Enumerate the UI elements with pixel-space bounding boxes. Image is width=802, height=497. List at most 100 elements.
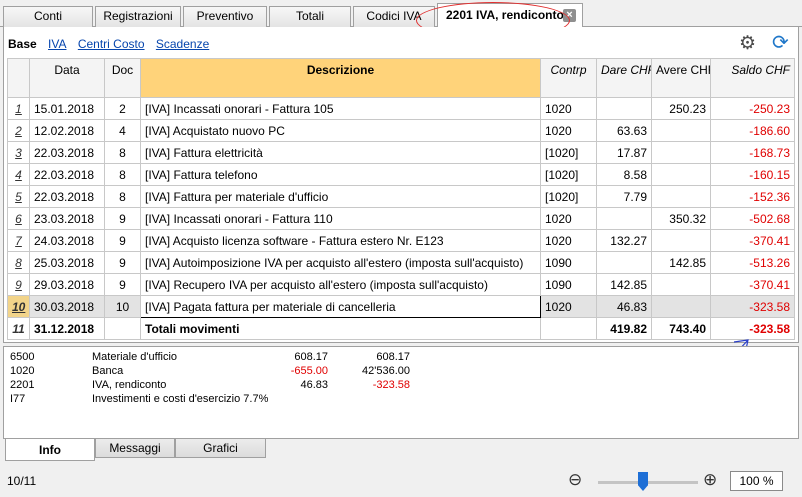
cell-doc[interactable]: 10 <box>104 295 141 318</box>
tab-registrazioni[interactable]: Registrazioni <box>95 6 181 27</box>
cell-contrp[interactable] <box>540 317 597 340</box>
cell-saldo[interactable]: -152.36 <box>710 185 795 208</box>
cell-contrp[interactable]: 1020 <box>540 207 597 230</box>
cell-doc[interactable]: 9 <box>104 229 141 252</box>
cell-contrp[interactable]: [1020] <box>540 185 597 208</box>
header-data[interactable]: Data <box>29 58 105 98</box>
cell-doc[interactable]: 9 <box>104 207 141 230</box>
cell-description[interactable]: [IVA] Incassati onorari - Fattura 110 <box>140 207 541 230</box>
row-number[interactable]: 1 <box>7 97 30 120</box>
cell-saldo[interactable]: -250.23 <box>710 97 795 120</box>
cell-date[interactable]: 29.03.2018 <box>29 273 105 296</box>
cell-saldo[interactable]: -160.15 <box>710 163 795 186</box>
cell-contrp[interactable]: 1020 <box>540 119 597 142</box>
table-row[interactable]: 4 22.03.2018 8 [IVA] Fattura telefono [1020]… <box>7 163 795 186</box>
cell-avere[interactable] <box>651 119 711 142</box>
cell-avere[interactable] <box>651 273 711 296</box>
row-number[interactable]: 4 <box>7 163 30 186</box>
cell-description[interactable]: [IVA] Autoimposizione IVA per acquisto a… <box>140 251 541 274</box>
cell-date[interactable]: 23.03.2018 <box>29 207 105 230</box>
cell-contrp[interactable]: [1020] <box>540 163 597 186</box>
tab-codici-iva[interactable]: Codici IVA <box>353 6 435 27</box>
cell-description[interactable]: [IVA] Fattura telefono <box>140 163 541 186</box>
cell-avere[interactable]: 250.23 <box>651 97 711 120</box>
zoom-slider[interactable] <box>598 481 698 484</box>
view-base[interactable]: Base <box>8 37 37 51</box>
table-row[interactable]: 10 30.03.2018 10 [IVA] Pagata fattura per m… <box>7 295 795 318</box>
cell-dare[interactable] <box>596 207 652 230</box>
cell-description[interactable]: Totali movimenti <box>140 317 541 340</box>
cell-doc[interactable]: 9 <box>104 273 141 296</box>
cell-date[interactable]: 22.03.2018 <box>29 163 105 186</box>
cell-saldo[interactable]: -502.68 <box>710 207 795 230</box>
cell-date[interactable]: 30.03.2018 <box>29 295 105 318</box>
table-row[interactable]: 7 24.03.2018 9 [IVA] Acquisto licenza softw… <box>7 229 795 252</box>
cell-doc[interactable]: 2 <box>104 97 141 120</box>
cell-description[interactable]: [IVA] Pagata fattura per materiale di ca… <box>140 295 541 318</box>
cell-saldo[interactable]: -370.41 <box>710 229 795 252</box>
cell-date[interactable]: 15.01.2018 <box>29 97 105 120</box>
cell-contrp[interactable]: 1020 <box>540 229 597 252</box>
cell-avere[interactable] <box>651 185 711 208</box>
table-row[interactable]: 9 29.03.2018 9 [IVA] Recupero IVA per acqui… <box>7 273 795 296</box>
cell-date[interactable]: 12.02.2018 <box>29 119 105 142</box>
cell-contrp[interactable]: 1090 <box>540 273 597 296</box>
zoom-in-icon[interactable]: ⊕ <box>703 470 717 490</box>
row-number[interactable]: 3 <box>7 141 30 164</box>
cell-description[interactable]: [IVA] Recupero IVA per acquisto all'este… <box>140 273 541 296</box>
cell-saldo[interactable]: -168.73 <box>710 141 795 164</box>
header-doc[interactable]: Doc <box>104 58 141 98</box>
cell-description[interactable]: [IVA] Acquistato nuovo PC <box>140 119 541 142</box>
cell-dare[interactable]: 7.79 <box>596 185 652 208</box>
tab-conti[interactable]: Conti <box>3 6 93 27</box>
view-centri-costo-link[interactable]: Centri Costo <box>78 37 145 51</box>
row-number[interactable]: 11 <box>7 317 30 340</box>
cell-dare[interactable]: 46.83 <box>596 295 652 318</box>
cell-avere[interactable]: 350.32 <box>651 207 711 230</box>
table-row[interactable]: 3 22.03.2018 8 [IVA] Fattura elettricità [10… <box>7 141 795 164</box>
cell-contrp[interactable]: 1090 <box>540 251 597 274</box>
header-contrp[interactable]: Contrp <box>540 58 597 98</box>
cell-saldo[interactable]: -186.60 <box>710 119 795 142</box>
cell-description[interactable]: [IVA] Fattura elettricità <box>140 141 541 164</box>
row-number[interactable]: 10 <box>7 295 30 318</box>
row-number[interactable]: 8 <box>7 251 30 274</box>
header-avere[interactable]: Avere CHF <box>651 58 711 98</box>
cell-doc[interactable]: 8 <box>104 163 141 186</box>
row-number[interactable]: 7 <box>7 229 30 252</box>
tab-messaggi[interactable]: Messaggi <box>95 439 175 458</box>
cell-saldo[interactable]: -323.58 <box>710 295 795 318</box>
cell-dare[interactable]: 142.85 <box>596 273 652 296</box>
header-descrizione[interactable]: Descrizione <box>140 58 541 98</box>
row-number[interactable]: 5 <box>7 185 30 208</box>
row-number[interactable]: 6 <box>7 207 30 230</box>
table-row[interactable]: 6 23.03.2018 9 [IVA] Incassati onorari - Fa… <box>7 207 795 230</box>
header-dare[interactable]: Dare CHF <box>596 58 652 98</box>
cell-dare[interactable]: 132.27 <box>596 229 652 252</box>
table-row[interactable]: 1 15.01.2018 2 [IVA] Incassati onorari - Fa… <box>7 97 795 120</box>
cell-dare[interactable] <box>596 97 652 120</box>
cell-saldo[interactable]: -513.26 <box>710 251 795 274</box>
cell-date[interactable]: 22.03.2018 <box>29 185 105 208</box>
cell-avere[interactable] <box>651 229 711 252</box>
zoom-slider-thumb[interactable] <box>638 472 648 491</box>
zoom-out-icon[interactable]: ⊖ <box>568 470 582 490</box>
close-icon[interactable]: × <box>563 9 576 22</box>
cell-doc[interactable]: 8 <box>104 185 141 208</box>
header-saldo[interactable]: Saldo CHF <box>710 58 795 98</box>
cell-description[interactable]: [IVA] Incassati onorari - Fattura 105 <box>140 97 541 120</box>
cell-saldo[interactable]: -323.58 <box>710 317 795 340</box>
cell-date[interactable]: 25.03.2018 <box>29 251 105 274</box>
cell-avere[interactable]: 743.40 <box>651 317 711 340</box>
cell-dare[interactable]: 63.63 <box>596 119 652 142</box>
cell-dare[interactable]: 419.82 <box>596 317 652 340</box>
totals-row[interactable]: 11 31.12.2018 Totali movimenti 419.82 743.40… <box>7 317 795 340</box>
cell-avere[interactable] <box>651 163 711 186</box>
cell-dare[interactable]: 17.87 <box>596 141 652 164</box>
tab-totali[interactable]: Totali <box>269 6 351 27</box>
tab-info[interactable]: Info <box>5 439 95 461</box>
cell-description[interactable]: [IVA] Acquisto licenza software - Fattur… <box>140 229 541 252</box>
cell-contrp[interactable]: 1020 <box>540 295 597 318</box>
cell-contrp[interactable]: [1020] <box>540 141 597 164</box>
cell-saldo[interactable]: -370.41 <box>710 273 795 296</box>
